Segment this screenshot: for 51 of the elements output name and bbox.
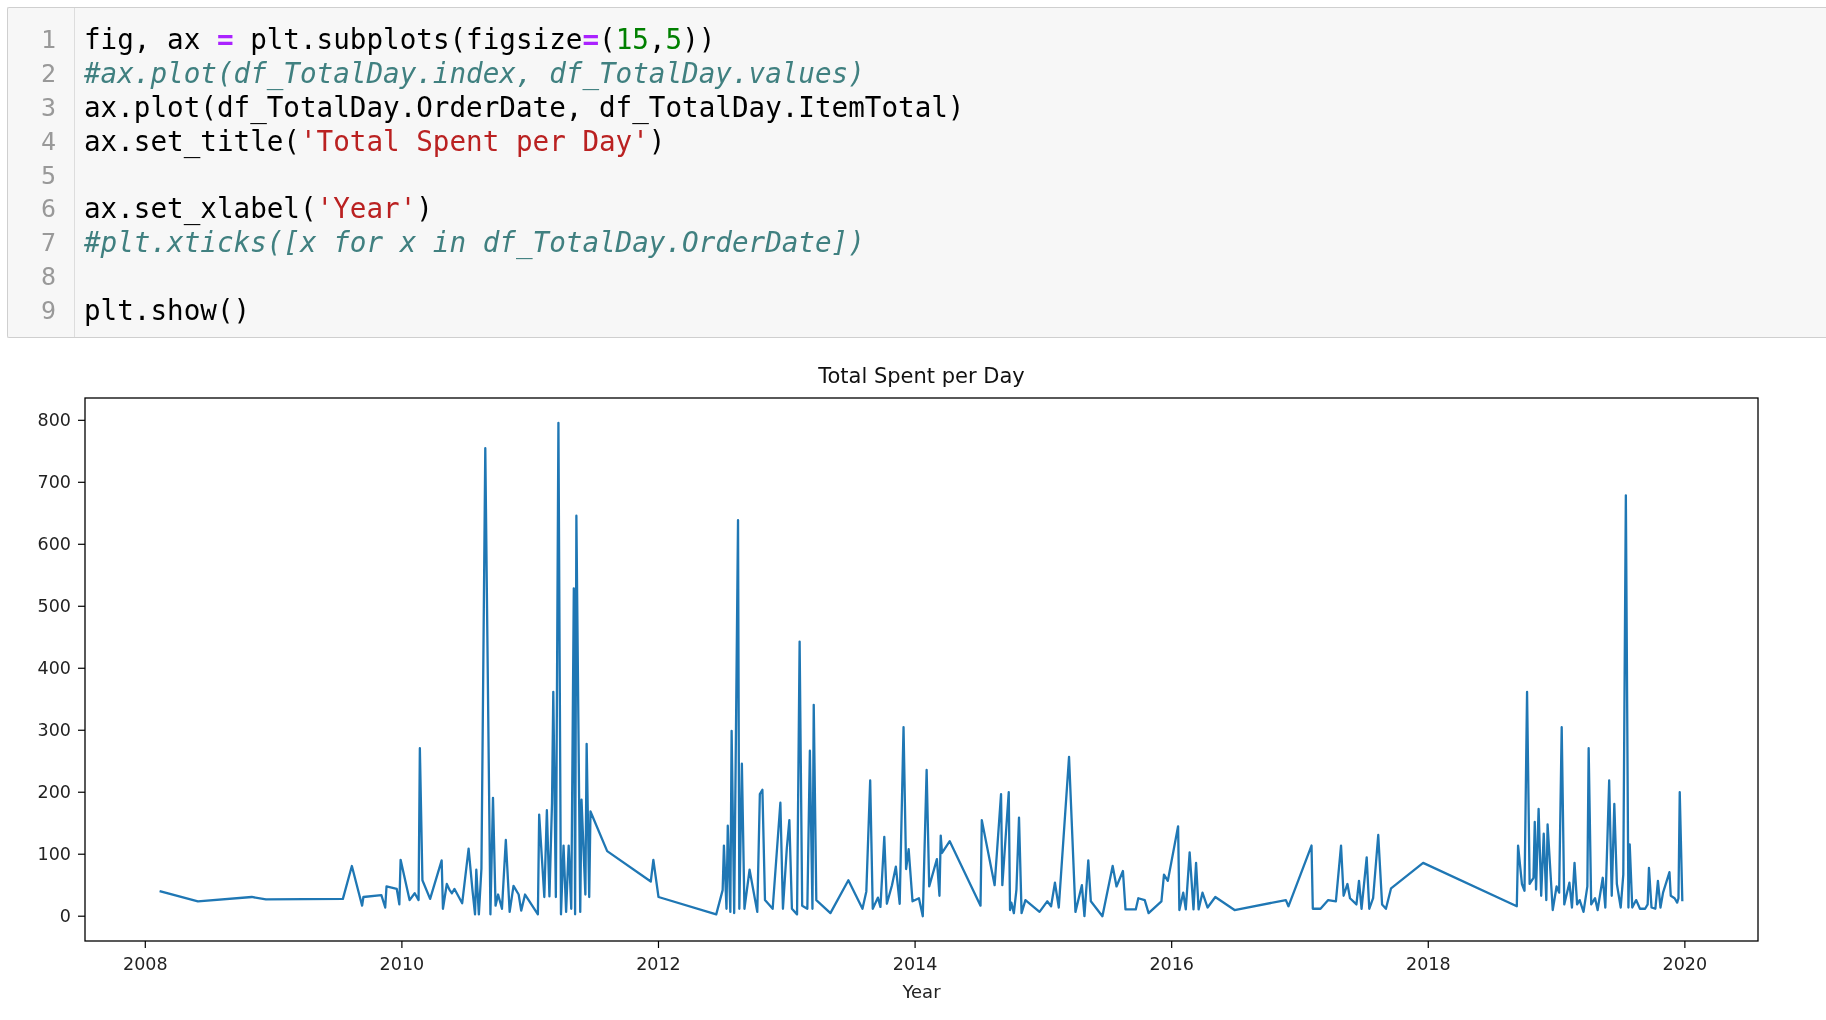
- code-line: #plt.xticks([x for x in df_TotalDay.OrderDate]): [84, 226, 865, 261]
- tick-mark: [77, 729, 86, 731]
- x-tick-label: 2016: [1149, 954, 1194, 974]
- axis-label: Year: [902, 980, 941, 1002]
- code-line: fig, ax = plt.subplots(figsize=(15,5)): [84, 23, 716, 57]
- chart-title: Total Spent per Day: [818, 364, 1025, 388]
- tick-mark: [77, 853, 86, 855]
- line-number: 3: [40, 91, 56, 124]
- tick-mark: [144, 940, 146, 949]
- line-number: 7: [40, 227, 56, 260]
- line-number: 4: [40, 125, 56, 158]
- y-tick-label: 400: [37, 658, 71, 679]
- tick-mark: [77, 915, 86, 917]
- code-line: ax.set_xlabel('Year'): [84, 192, 433, 227]
- line-number: 1: [40, 24, 56, 56]
- line-number: 8: [40, 261, 56, 294]
- tick-mark: [77, 667, 86, 669]
- tick-mark: [1684, 940, 1686, 949]
- x-tick-label: 2018: [1406, 954, 1451, 974]
- y-tick-label: 0: [59, 906, 71, 927]
- line-number: 9: [40, 295, 56, 328]
- line-number: 5: [40, 159, 56, 192]
- tick-mark: [914, 940, 916, 949]
- tick-mark: [77, 605, 86, 607]
- tick-mark: [401, 940, 403, 949]
- y-tick-label: 600: [37, 534, 71, 555]
- code-line: plt.show(): [84, 294, 251, 328]
- tick-mark: [1171, 940, 1173, 949]
- line-number: 2: [40, 57, 56, 90]
- y-tick-label: 700: [37, 472, 71, 493]
- x-tick-label: 2014: [892, 954, 938, 974]
- x-tick-label: 2010: [379, 954, 425, 974]
- code-line: #ax.plot(df_TotalDay.index, df_TotalDay.values): [84, 56, 865, 91]
- tick-mark: [1427, 940, 1429, 949]
- y-tick-label: 500: [37, 596, 71, 617]
- tick-mark: [657, 940, 660, 949]
- y-tick-label: 300: [37, 720, 71, 741]
- y-tick-label: 200: [37, 782, 71, 803]
- x-tick-label: 2008: [123, 954, 168, 974]
- x-tick-label: 2020: [1662, 954, 1708, 974]
- y-tick-label: 800: [37, 410, 71, 431]
- code-line: ax.plot(df_TotalDay.OrderDate, df_TotalDay.ItemTotal): [84, 90, 965, 125]
- y-tick-label: 100: [37, 844, 71, 865]
- tick-mark: [77, 791, 86, 793]
- tick-mark: [77, 419, 86, 421]
- code-editor[interactable]: [7, 7, 1826, 338]
- line-number: 6: [40, 193, 56, 226]
- tick-mark: [77, 543, 86, 545]
- x-tick-label: 2012: [636, 954, 681, 974]
- tick-mark: [77, 481, 86, 483]
- code-line: ax.set_title('Total Spent per Day'): [84, 124, 666, 159]
